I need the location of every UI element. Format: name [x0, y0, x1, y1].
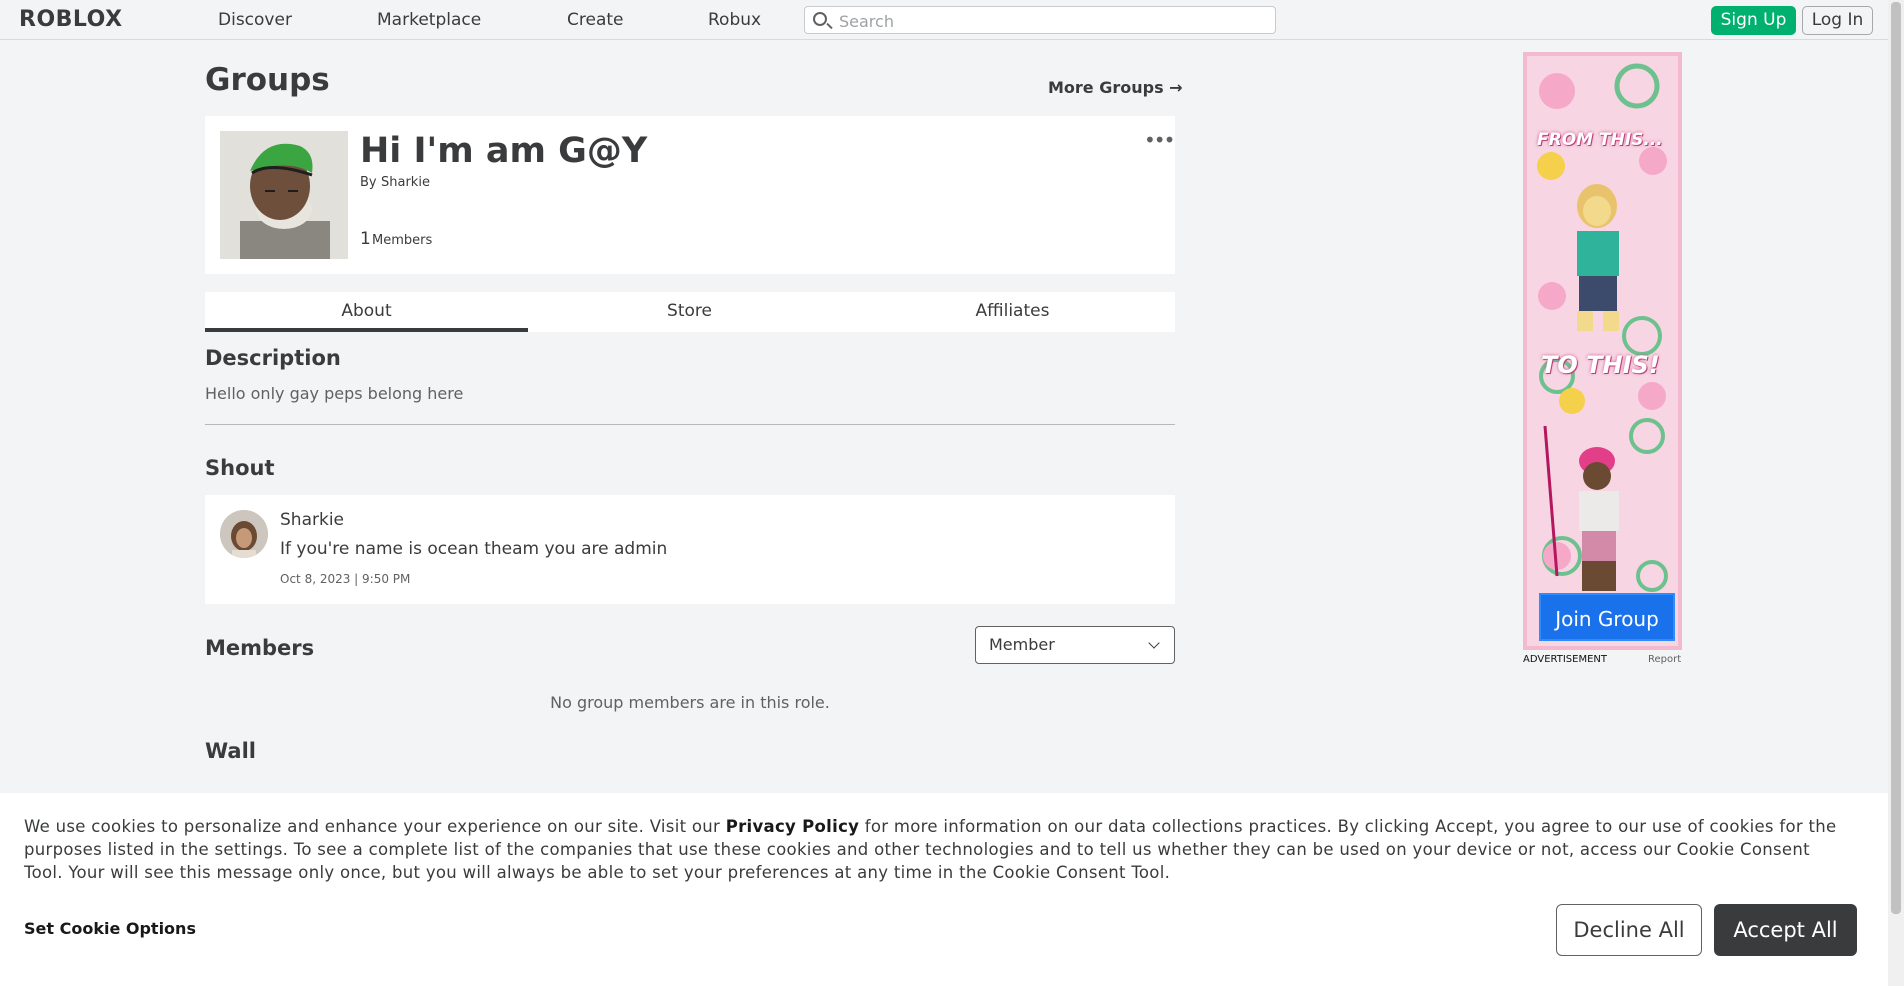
chevron-down-icon	[1148, 637, 1160, 649]
group-owner-link[interactable]: Sharkie	[381, 175, 430, 190]
no-members-message: No group members are in this role.	[550, 693, 830, 712]
nav-marketplace[interactable]: Marketplace	[377, 10, 481, 30]
group-name: Hi I'm am G@Y	[360, 131, 648, 171]
page-title: Groups	[205, 62, 330, 98]
avatar[interactable]	[220, 510, 268, 558]
more-options-icon[interactable]: •••	[1144, 128, 1175, 152]
report-ad-link[interactable]: Report	[1648, 654, 1681, 665]
search-icon	[813, 12, 827, 26]
cookie-consent-banner: We use cookies to personalize and enhanc…	[0, 793, 1888, 986]
nav-discover[interactable]: Discover	[218, 10, 292, 30]
shout-date: Oct 8, 2023 | 9:50 PM	[280, 572, 411, 586]
roblox-logo[interactable]: ROBLOX	[19, 7, 123, 32]
set-cookie-options-link[interactable]: Set Cookie Options	[24, 919, 196, 938]
section-divider	[205, 424, 1175, 425]
role-select-value: Member	[989, 635, 1055, 654]
accept-all-button[interactable]: Accept All	[1714, 904, 1857, 956]
top-navigation-bar: ROBLOX Discover Marketplace Create Robux…	[0, 0, 1888, 40]
ad-headline-top: FROM THIS...	[1537, 130, 1663, 150]
decline-all-button[interactable]: Decline All	[1556, 904, 1702, 956]
group-header-card: Hi I'm am G@Y By Sharkie 1 Members •••	[205, 116, 1175, 274]
nav-create[interactable]: Create	[567, 10, 624, 30]
advertisement-image: FROM THIS... TO THIS! Join Group	[1527, 56, 1678, 646]
join-group-button[interactable]: Join Group	[1539, 593, 1675, 641]
shout-author[interactable]: Sharkie	[280, 510, 344, 530]
description-heading: Description	[205, 346, 341, 370]
log-in-button[interactable]: Log In	[1802, 6, 1873, 35]
group-emblem-image	[220, 131, 348, 259]
more-groups-link[interactable]: More Groups →	[1048, 78, 1183, 97]
description-text: Hello only gay peps belong here	[205, 384, 464, 403]
member-count: 1	[360, 229, 371, 249]
page-scrollbar[interactable]	[1888, 0, 1904, 986]
search-input[interactable]	[837, 10, 1261, 32]
sign-up-button[interactable]: Sign Up	[1711, 6, 1796, 35]
search-box	[804, 6, 1276, 34]
tab-about[interactable]: About	[205, 292, 528, 332]
advertisement-label: ADVERTISEMENT	[1523, 654, 1608, 665]
group-owner-prefix: By	[360, 175, 377, 190]
tab-store[interactable]: Store	[528, 292, 851, 332]
role-select-dropdown[interactable]: Member	[975, 626, 1175, 664]
shout-card: Sharkie If you're name is ocean theam yo…	[205, 495, 1175, 604]
privacy-policy-link[interactable]: Privacy Policy	[726, 817, 860, 836]
members-heading: Members	[205, 636, 315, 660]
cookie-text-before: We use cookies to personalize and enhanc…	[24, 817, 726, 836]
scrollbar-thumb[interactable]	[1891, 2, 1901, 914]
wall-heading: Wall	[205, 739, 256, 763]
cookie-consent-text: We use cookies to personalize and enhanc…	[24, 815, 1844, 884]
tab-affiliates[interactable]: Affiliates	[851, 292, 1174, 332]
shout-message: If you're name is ocean theam you are ad…	[280, 539, 668, 559]
ad-headline-mid: TO THIS!	[1541, 351, 1660, 379]
group-tabs: About Store Affiliates	[205, 292, 1175, 332]
advertisement-banner[interactable]: FROM THIS... TO THIS! Join Group	[1523, 52, 1682, 650]
member-count-label: Members	[372, 233, 433, 248]
nav-robux[interactable]: Robux	[708, 10, 761, 30]
shout-heading: Shout	[205, 456, 275, 480]
